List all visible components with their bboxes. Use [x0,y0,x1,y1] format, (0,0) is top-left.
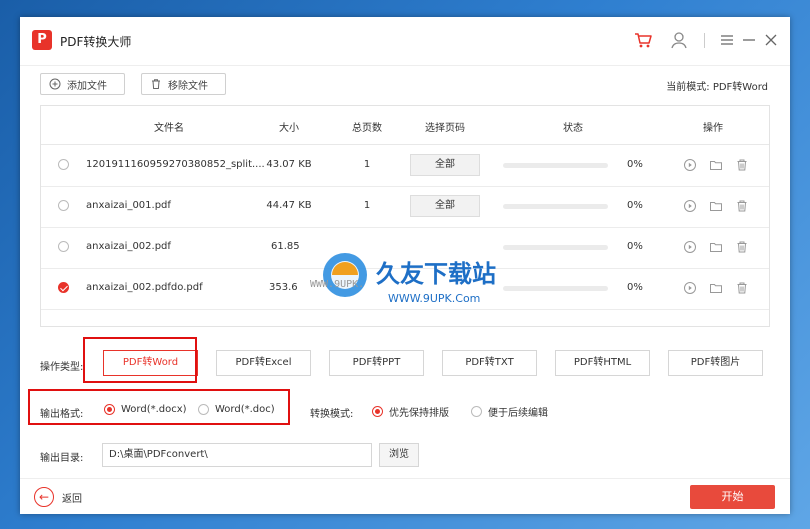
radio-dot [198,404,209,415]
play-icon[interactable] [683,281,697,295]
header-size: 大小 [279,123,299,134]
row-percent: 0% [627,241,643,252]
row-checkbox[interactable] [58,159,69,170]
mode-keep-layout-label: 优先保持排版 [389,408,449,419]
header-select-pages: 选择页码 [425,123,465,134]
radio-dot [471,406,482,417]
format-doc-radio[interactable]: Word(*.doc) [198,404,275,415]
row-checkbox[interactable] [58,241,69,252]
back-button[interactable]: ← 返回 [34,487,82,507]
table-header: 文件名 大小 总页数 选择页码 状态 操作 [41,106,769,145]
folder-icon[interactable] [709,281,723,295]
operation-type-label: 操作类型: [40,362,84,373]
page-select-button[interactable]: 全部 [410,154,480,176]
row-filename: anxaizai_002.pdf [86,241,171,252]
back-arrow-icon: ← [34,487,54,507]
radio-dot-selected [372,406,383,417]
play-icon[interactable] [683,158,697,172]
watermark-url: WWW.9UPK.Com [388,292,480,305]
row-size: 44.47 KB [266,200,312,211]
table-row[interactable]: anxaizai_001.pdf 44.47 KB 1 全部 0% [41,186,769,228]
current-mode-text: 当前模式: PDF转Word [666,82,768,93]
trash-icon[interactable] [735,158,749,172]
table-row[interactable]: 1201911160959270380852_split.... 43.07 K… [41,145,769,187]
row-pages: 1 [363,159,371,170]
row-filename: anxaizai_001.pdf [86,200,171,211]
output-format-label: 输出格式: [40,409,84,420]
browse-button[interactable]: 浏览 [379,443,419,467]
minimize-icon[interactable] [738,29,760,51]
row-progress-bar [503,163,608,168]
back-label: 返回 [62,493,82,505]
row-percent: 0% [627,282,643,293]
row-filename: 1201911160959270380852_split.... [86,159,265,170]
row-checkbox-checked[interactable] [58,282,69,293]
op-pdf-to-txt-button[interactable]: PDF转TXT [442,350,537,376]
watermark-url-left: WWW.9UPK. [310,279,364,290]
radio-dot-selected [104,404,115,415]
mode-editable-label: 便于后续编辑 [488,408,548,419]
cart-icon[interactable] [632,29,654,51]
play-icon[interactable] [683,240,697,254]
row-checkbox[interactable] [58,200,69,211]
folder-icon[interactable] [709,199,723,213]
close-icon[interactable] [760,29,782,51]
row-size: 43.07 KB [266,159,312,170]
folder-icon[interactable] [709,158,723,172]
trash-icon[interactable] [735,281,749,295]
format-doc-label: Word(*.doc) [215,404,275,415]
mode-keep-layout-radio[interactable]: 优先保持排版 [372,404,449,419]
header-actions: 操作 [703,123,723,134]
row-size: 353.6 [269,282,298,293]
format-docx-label: Word(*.docx) [121,404,187,415]
trash-icon[interactable] [735,240,749,254]
watermark-title: 久友下载站 [376,260,496,288]
convert-mode-label: 转换模式: [310,409,354,420]
highlight-box-operation [83,337,197,383]
header-filename: 文件名 [154,123,184,134]
mode-editable-radio[interactable]: 便于后续编辑 [471,404,548,419]
header-pages: 总页数 [352,123,382,134]
app-window: P PDF转换大师 添加文件 移除文件 当前模式: PDF转Word 文件名 大… [20,17,790,514]
header-status: 状态 [563,123,583,134]
page-select-button[interactable]: 全部 [410,195,480,217]
format-docx-radio[interactable]: Word(*.docx) [104,404,187,415]
remove-file-button[interactable]: 移除文件 [141,73,226,95]
remove-file-label: 移除文件 [168,80,208,92]
trash-icon[interactable] [735,199,749,213]
row-percent: 0% [627,159,643,170]
output-path-input[interactable]: D:\桌面\PDFconvert\ [102,443,372,467]
menu-icon[interactable] [716,29,738,51]
row-size: 61.85 [271,241,300,252]
row-filename: anxaizai_002.pdfdo.pdf [86,282,203,293]
title-bar: P PDF转换大师 [20,17,790,66]
add-file-button[interactable]: 添加文件 [40,73,125,95]
start-button[interactable]: 开始 [690,485,775,509]
play-icon[interactable] [683,199,697,213]
row-pages: 1 [363,200,371,211]
app-logo: P [32,30,52,50]
op-pdf-to-image-button[interactable]: PDF转图片 [668,350,763,376]
row-progress-bar [503,204,608,209]
op-pdf-to-html-button[interactable]: PDF转HTML [555,350,650,376]
folder-icon[interactable] [709,240,723,254]
watermark-logo: 久友下载站 WWW.9UPK. WWW.9UPK.Com [310,253,496,305]
trash-icon [152,79,160,89]
add-file-label: 添加文件 [67,80,107,92]
op-pdf-to-ppt-button[interactable]: PDF转PPT [329,350,424,376]
title-separator [704,33,705,48]
op-pdf-to-excel-button[interactable]: PDF转Excel [216,350,311,376]
footer-bar: ← 返回 开始 [20,478,790,515]
plus-circle-icon [49,78,61,90]
row-percent: 0% [627,200,643,211]
output-dir-label: 输出目录: [40,453,84,464]
app-title: PDF转换大师 [60,35,132,49]
user-icon[interactable] [668,29,690,51]
